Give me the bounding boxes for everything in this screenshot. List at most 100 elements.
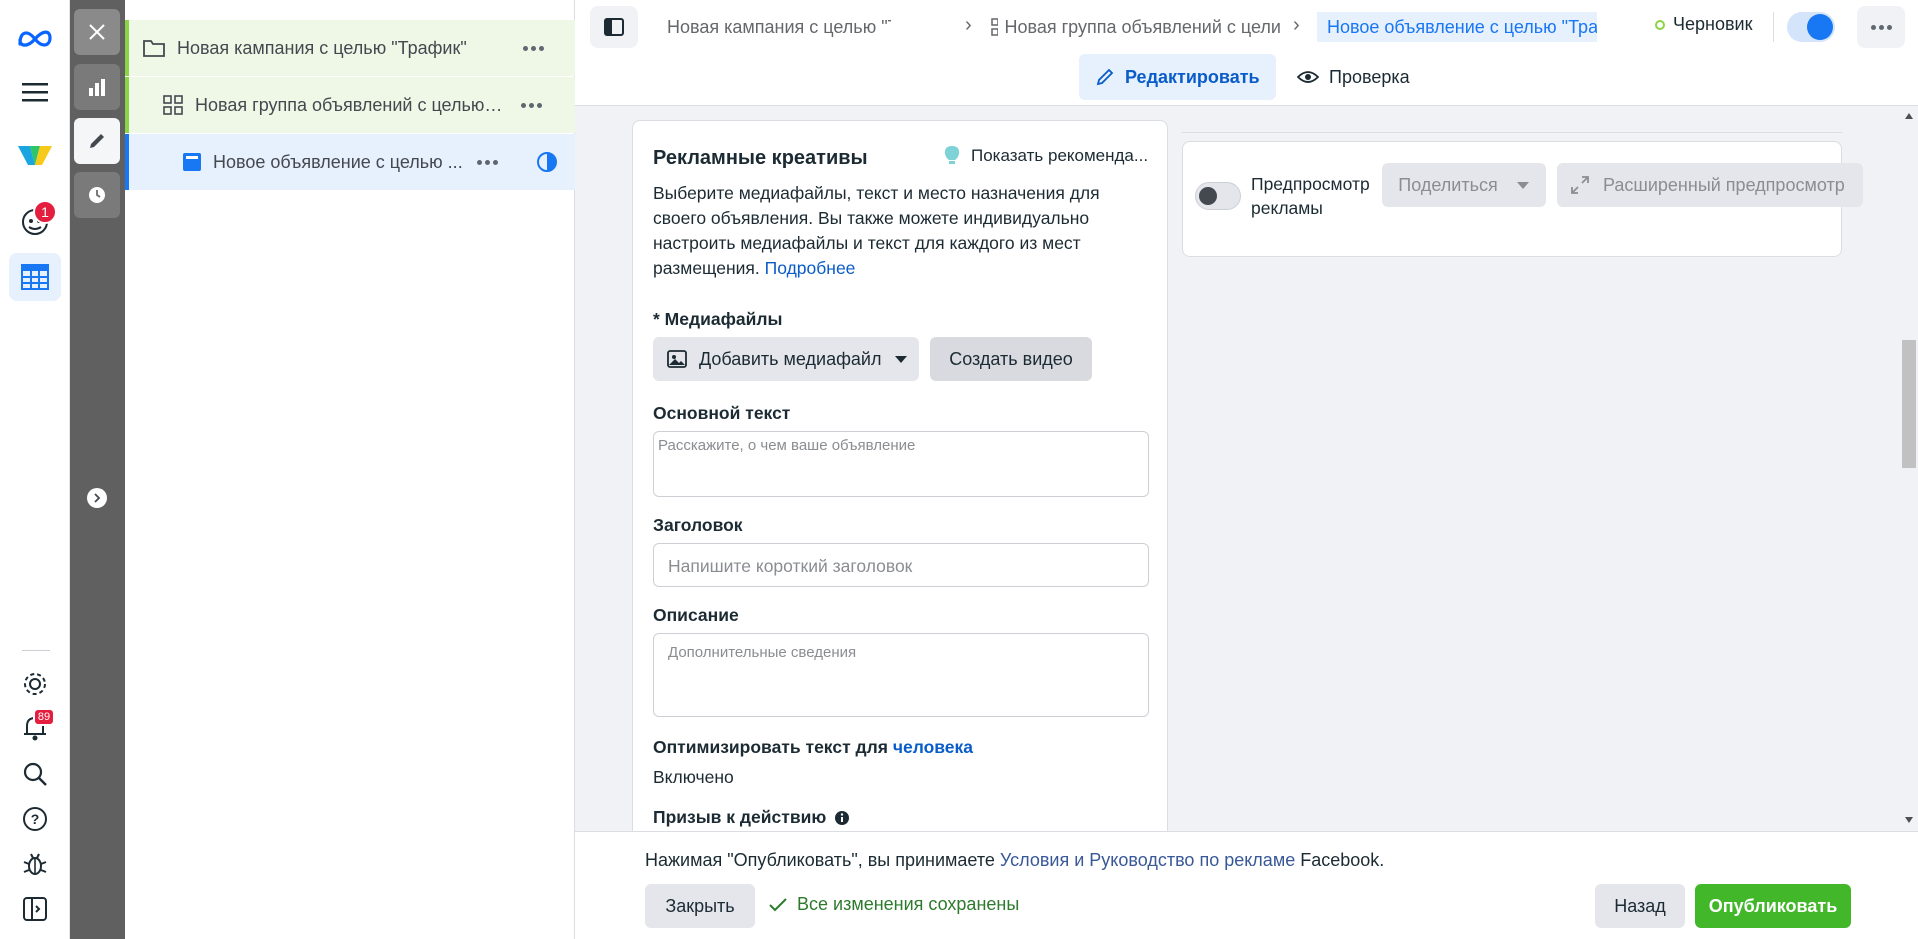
checkmark-icon	[769, 897, 787, 911]
info-icon	[835, 810, 850, 825]
saved-status-label: Все изменения сохранены	[797, 894, 1020, 914]
optimize-text-value: Включено	[653, 767, 734, 787]
tree-item-adset[interactable]: Новая группа объявлений с целью "...	[125, 77, 575, 133]
cta-label-row: Призыв к действию	[653, 807, 850, 828]
scroll-down-icon	[1905, 817, 1913, 823]
breadcrumb-campaign[interactable]: Новая кампания с целью "Трафи	[661, 12, 891, 42]
clock-icon[interactable]	[74, 172, 120, 218]
rail-divider	[22, 650, 50, 651]
add-media-button[interactable]: Добавить медиафайл	[653, 337, 919, 381]
publish-button[interactable]: Опубликовать	[1695, 884, 1851, 928]
ads-manager-logo-icon[interactable]	[9, 132, 61, 180]
description-input[interactable]: Дополнительные сведения	[653, 633, 1149, 717]
edit-mode-label: Редактировать	[1125, 66, 1260, 87]
breadcrumb-adset[interactable]: Новая группа объявлений с цели	[991, 12, 1281, 42]
status-badge: Черновик	[1655, 14, 1752, 35]
bell-icon[interactable]: 89	[9, 704, 61, 752]
campaign-more-icon[interactable]	[523, 45, 544, 51]
tree-campaign-label: Новая кампания с целью "Трафик"	[177, 37, 467, 58]
grid-icon	[163, 95, 183, 115]
preview-toggle[interactable]	[1195, 182, 1241, 210]
primary-text-label: Основной текст	[653, 403, 791, 423]
left-rail: 1 89 ?	[0, 0, 70, 939]
advanced-preview-button[interactable]: Расширенный предпросмотр	[1557, 163, 1863, 207]
gear-icon[interactable]	[9, 660, 61, 708]
back-button[interactable]: Назад	[1595, 884, 1685, 928]
tree-item-campaign[interactable]: Новая кампания с целью "Трафик"	[125, 20, 575, 76]
scrollbar-thumb[interactable]	[1902, 340, 1916, 468]
primary-text-input[interactable]: Расскажите, о чем ваше объявление	[653, 431, 1149, 497]
meta-logo-icon[interactable]	[9, 14, 61, 62]
review-mode-button[interactable]: Проверка	[1289, 54, 1418, 100]
alerts-badge: 89	[33, 708, 55, 726]
image-icon	[667, 350, 687, 368]
terms-prefix: Нажимая "Опубликовать", вы принимаете	[645, 850, 995, 870]
show-recommendations-label: Показать рекоменда...	[971, 146, 1149, 165]
optimize-text-prefix: Оптимизировать текст для	[653, 737, 888, 757]
sidebar-toggle-button[interactable]	[590, 6, 638, 48]
half-circle-icon	[537, 152, 557, 172]
main-content: Рекламные креативы Показать рекоменда...…	[575, 106, 1918, 831]
caret-down-icon	[894, 356, 907, 363]
saved-status: Все изменения сохранены	[769, 894, 1019, 915]
preview-divider	[1182, 132, 1842, 133]
more-options-button[interactable]	[1857, 6, 1905, 48]
terms-suffix: Facebook.	[1300, 850, 1385, 870]
description-label: Описание	[653, 605, 739, 625]
top-bar: Новая кампания с целью "Трафи › Новая гр…	[575, 0, 1918, 106]
lightbulb-icon	[944, 146, 960, 164]
chevron-right-icon: ›	[1293, 14, 1300, 36]
ad-more-icon[interactable]	[477, 159, 498, 165]
status-label: Черновик	[1673, 14, 1753, 34]
optimize-text-link[interactable]: человека	[893, 737, 973, 757]
ad-icon	[183, 153, 201, 171]
adset-more-icon[interactable]	[521, 102, 542, 108]
help-icon[interactable]: ?	[9, 795, 61, 843]
terms-text: Нажимая "Опубликовать", вы принимаете Ус…	[645, 850, 1384, 871]
edit-mode-button[interactable]: Редактировать	[1079, 54, 1276, 100]
learn-more-link[interactable]: Подробнее	[765, 258, 856, 278]
close-button[interactable]: Закрыть	[645, 884, 755, 928]
close-editor-button[interactable]	[74, 9, 120, 55]
search-icon[interactable]	[9, 750, 61, 798]
side-panel-icon[interactable]	[9, 885, 61, 933]
creatives-title: Рекламные креативы	[653, 147, 868, 169]
advanced-preview-label: Расширенный предпросмотр	[1603, 174, 1845, 195]
headline-input[interactable]: Напишите короткий заголовок	[653, 543, 1149, 587]
headline-label: Заголовок	[653, 515, 743, 535]
breadcrumb-ad[interactable]: Новое объявление с целью "Тра	[1317, 12, 1597, 42]
table-icon[interactable]	[9, 253, 61, 301]
menu-icon[interactable]	[9, 68, 61, 116]
show-recommendations-button[interactable]: Показать рекоменда...	[943, 145, 1163, 167]
account-avatar[interactable]: 1	[9, 198, 61, 246]
share-button[interactable]: Поделиться	[1382, 163, 1546, 207]
tree-ad-label: Новое объявление с целью ...	[213, 151, 463, 172]
review-mode-label: Проверка	[1329, 66, 1410, 87]
tree-item-ad[interactable]: Новое объявление с целью ...	[125, 134, 575, 190]
add-media-label: Добавить медиафайл	[699, 348, 882, 369]
terms-link[interactable]: Условия и Руководство по рекламе	[1000, 850, 1295, 870]
cta-label: Призыв к действию	[653, 807, 827, 827]
tree-adset-label: Новая группа объявлений с целью "...	[195, 94, 507, 115]
status-toggle[interactable]	[1787, 12, 1835, 42]
footer-bar: Нажимая "Опубликовать", вы принимаете Ус…	[575, 831, 1918, 939]
topbar-divider	[1773, 12, 1774, 42]
folder-icon	[143, 40, 165, 57]
more-icon	[1870, 24, 1892, 30]
expand-icon[interactable]	[87, 488, 107, 508]
status-dot-icon	[1655, 19, 1665, 30]
creatives-description: Выберите медиафайлы, текст и место назна…	[653, 181, 1133, 281]
preview-toggle-label: Предпросмотр рекламы	[1251, 174, 1370, 218]
creatives-description-text: Выберите медиафайлы, текст и место назна…	[653, 183, 1100, 278]
pencil-icon	[1096, 68, 1114, 86]
create-video-button[interactable]: Создать видео	[930, 337, 1092, 381]
svg-text:?: ?	[31, 811, 40, 827]
structure-tree: Новая кампания с целью "Трафик" Новая гр…	[125, 0, 575, 939]
chart-icon[interactable]	[74, 64, 120, 110]
breadcrumb-ad-label: Новое объявление с целью "Тра	[1327, 16, 1597, 37]
pencil-icon[interactable]	[74, 118, 120, 164]
optimize-text-label: Оптимизировать текст для человека	[653, 737, 973, 758]
share-label: Поделиться	[1398, 174, 1498, 195]
main-scrollbar[interactable]	[1900, 106, 1918, 831]
bug-icon[interactable]	[9, 840, 61, 888]
